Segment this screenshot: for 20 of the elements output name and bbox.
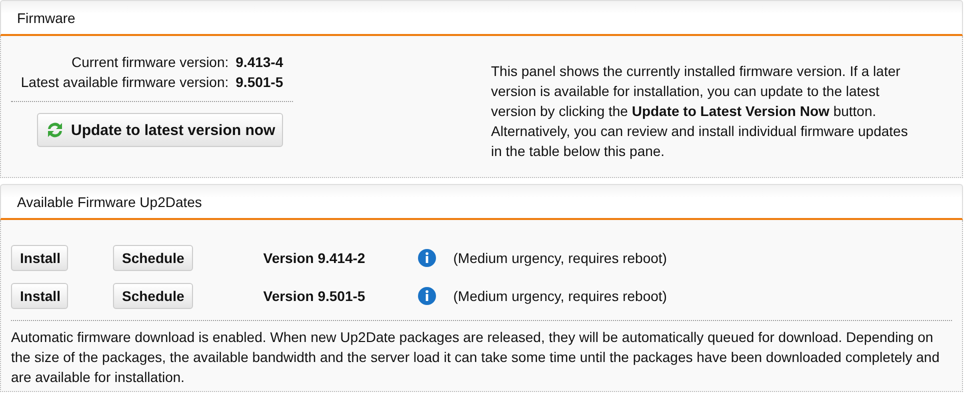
info-label: Latest available firmware version: <box>20 74 229 90</box>
refresh-icon <box>45 120 65 140</box>
urgency-note: (Medium urgency, requires reboot) <box>453 250 667 266</box>
info-value: 9.413-4 <box>236 54 284 70</box>
info-value: 9.501-5 <box>236 74 284 90</box>
panel-title: Available Firmware Up2Dates <box>17 194 202 210</box>
description-text: This panel shows the currently installed firmware version. If a later version is available for installation, you can update to the latest version by clicking the Update to Latest Version Now button. Alternatively, you can review and install individual firmware updates in the table below this pane. <box>491 62 909 161</box>
schedule-button[interactable]: Schedule <box>113 283 194 309</box>
update-button[interactable]: Update to latest version now <box>37 113 284 147</box>
install-button[interactable]: Install <box>11 283 68 309</box>
info-icon[interactable] <box>418 249 436 267</box>
schedule-button[interactable]: Schedule <box>113 245 194 271</box>
download-note: Automatic firmware download is enabled. When new Up2Date packages are released, they will be automatically queued for download. Depending on the size of the packages, the available bandwidth and the server load it can take some time until the packages have been downloaded completely and are available for installation. <box>11 328 940 387</box>
info-icon[interactable] <box>418 287 436 305</box>
panel-title: Firmware <box>17 10 76 26</box>
version-label: Version 9.414-2 <box>263 250 366 266</box>
install-button[interactable]: Install <box>11 245 68 271</box>
info-label: Current firmware version: <box>71 54 229 70</box>
urgency-note: (Medium urgency, requires reboot) <box>453 288 667 304</box>
version-label: Version 9.501-5 <box>263 288 366 304</box>
